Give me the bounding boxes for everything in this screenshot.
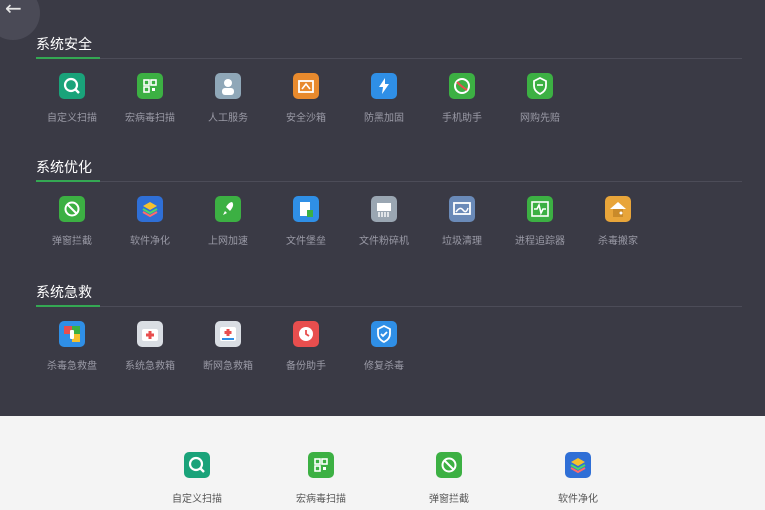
quick-access-label: 宏病毒扫描 — [296, 494, 346, 505]
tool-item[interactable]: 备份助手 — [267, 321, 345, 372]
tool-item-label: 软件净化 — [130, 236, 170, 247]
tool-item[interactable]: 安全沙箱 — [267, 73, 345, 124]
tool-item-label: 人工服务 — [208, 113, 248, 124]
tool-item[interactable]: 自定义扫描 — [33, 73, 111, 124]
tool-item[interactable]: 杀毒急救盘 — [33, 321, 111, 372]
tool-item[interactable]: 垃圾清理 — [423, 196, 501, 247]
layers-icon — [137, 196, 163, 222]
house-move-icon — [605, 196, 631, 222]
tool-item-label: 安全沙箱 — [286, 113, 326, 124]
screen-clean-icon — [449, 196, 475, 222]
tool-item[interactable]: 断网急救箱 — [189, 321, 267, 372]
tool-item[interactable]: 修复杀毒 — [345, 321, 423, 372]
section-title: 系统安全 — [36, 34, 742, 59]
section-title-text: 系统安全 — [36, 37, 92, 53]
phone-ball-icon — [449, 73, 475, 99]
section-system-rescue: 系统急救 杀毒急救盘 系统急救箱 断网急救箱 备份助手 修复杀毒 — [36, 282, 742, 389]
lightning-shield-icon — [371, 73, 397, 99]
tool-item[interactable]: 系统急救箱 — [111, 321, 189, 372]
tool-item-label: 弹窗拦截 — [52, 236, 92, 247]
quick-access-item[interactable]: 宏病毒扫描 — [276, 452, 366, 505]
tool-item-label: 杀毒搬家 — [598, 236, 638, 247]
section-items: 弹窗拦截 软件净化 上网加速 文件堡垒 文件粉碎机 垃圾清理 进程追踪器 杀毒搬家 — [36, 196, 742, 264]
tool-item-label: 防黑加固 — [364, 113, 404, 124]
magnifier-icon — [184, 452, 210, 478]
tool-item[interactable]: 网购先赔 — [501, 73, 579, 124]
section-items: 杀毒急救盘 系统急救箱 断网急救箱 备份助手 修复杀毒 — [36, 321, 742, 389]
tool-item-label: 网购先赔 — [520, 113, 560, 124]
tool-item[interactable]: 文件堡垒 — [267, 196, 345, 247]
tool-item[interactable]: 弹窗拦截 — [33, 196, 111, 247]
tool-item-label: 上网加速 — [208, 236, 248, 247]
quick-access-label: 软件净化 — [558, 494, 598, 505]
tool-item[interactable]: 手机助手 — [423, 73, 501, 124]
section-title-text: 系统急救 — [36, 285, 92, 301]
quick-access-item[interactable]: 自定义扫描 — [152, 452, 242, 505]
qr-scan-icon — [308, 452, 334, 478]
usb-rescue-icon — [59, 321, 85, 347]
back-button[interactable]: ← — [0, 0, 40, 40]
tools-panel: ← 系统安全 自定义扫描 宏病毒扫描 人工服务 安全沙箱 防黑加固 手机助手 网购先赔 系统… — [0, 0, 765, 416]
section-underline — [36, 305, 100, 307]
tool-item-label: 自定义扫描 — [47, 113, 97, 124]
tool-item-label: 系统急救箱 — [125, 361, 175, 372]
section-title-text: 系统优化 — [36, 160, 92, 176]
block-popup-icon — [436, 452, 462, 478]
qr-scan-icon — [137, 73, 163, 99]
repair-shield-icon — [371, 321, 397, 347]
tool-item[interactable]: 软件净化 — [111, 196, 189, 247]
file-fortress-icon — [293, 196, 319, 222]
quick-access-item[interactable]: 弹窗拦截 — [404, 452, 494, 505]
section-underline — [36, 180, 100, 182]
tool-item-label: 文件堡垒 — [286, 236, 326, 247]
backup-clock-icon — [293, 321, 319, 347]
tool-item[interactable]: 文件粉碎机 — [345, 196, 423, 247]
pulse-monitor-icon — [527, 196, 553, 222]
tool-item[interactable]: 宏病毒扫描 — [111, 73, 189, 124]
section-items: 自定义扫描 宏病毒扫描 人工服务 安全沙箱 防黑加固 手机助手 网购先赔 — [36, 73, 742, 141]
tool-item[interactable]: 上网加速 — [189, 196, 267, 247]
tool-item-label: 进程追踪器 — [515, 236, 565, 247]
tool-item-label: 垃圾清理 — [442, 236, 482, 247]
quick-access-label: 自定义扫描 — [172, 494, 222, 505]
shredder-icon — [371, 196, 397, 222]
quick-access-bar: 自定义扫描 宏病毒扫描 弹窗拦截 软件净化 — [0, 416, 765, 510]
tool-item-label: 断网急救箱 — [203, 361, 253, 372]
quick-access-label: 弹窗拦截 — [429, 494, 469, 505]
arrow-left-icon: ← — [5, 0, 22, 20]
tool-item[interactable]: 进程追踪器 — [501, 196, 579, 247]
rocket-icon — [215, 196, 241, 222]
sandbox-icon — [293, 73, 319, 99]
block-popup-icon — [59, 196, 85, 222]
layers-icon — [565, 452, 591, 478]
tool-item-label: 杀毒急救盘 — [47, 361, 97, 372]
magnifier-icon — [59, 73, 85, 99]
tool-item[interactable]: 防黑加固 — [345, 73, 423, 124]
tool-item-label: 宏病毒扫描 — [125, 113, 175, 124]
tool-item-label: 修复杀毒 — [364, 361, 404, 372]
network-aid-box-icon — [215, 321, 241, 347]
tool-item-label: 备份助手 — [286, 361, 326, 372]
tool-item-label: 手机助手 — [442, 113, 482, 124]
doctor-icon — [215, 73, 241, 99]
section-title: 系统优化 — [36, 157, 742, 182]
tool-item-label: 文件粉碎机 — [359, 236, 409, 247]
section-system-optimize: 系统优化 弹窗拦截 软件净化 上网加速 文件堡垒 文件粉碎机 垃圾清理 进程追踪器 杀毒搬家 — [36, 157, 742, 264]
tool-item[interactable]: 人工服务 — [189, 73, 267, 124]
shield-shop-icon — [527, 73, 553, 99]
tool-item[interactable]: 杀毒搬家 — [579, 196, 657, 247]
first-aid-box-icon — [137, 321, 163, 347]
section-underline — [36, 57, 100, 59]
quick-access-item[interactable]: 软件净化 — [533, 452, 623, 505]
section-title: 系统急救 — [36, 282, 742, 307]
section-system-security: 系统安全 自定义扫描 宏病毒扫描 人工服务 安全沙箱 防黑加固 手机助手 网购先赔 — [36, 34, 742, 141]
